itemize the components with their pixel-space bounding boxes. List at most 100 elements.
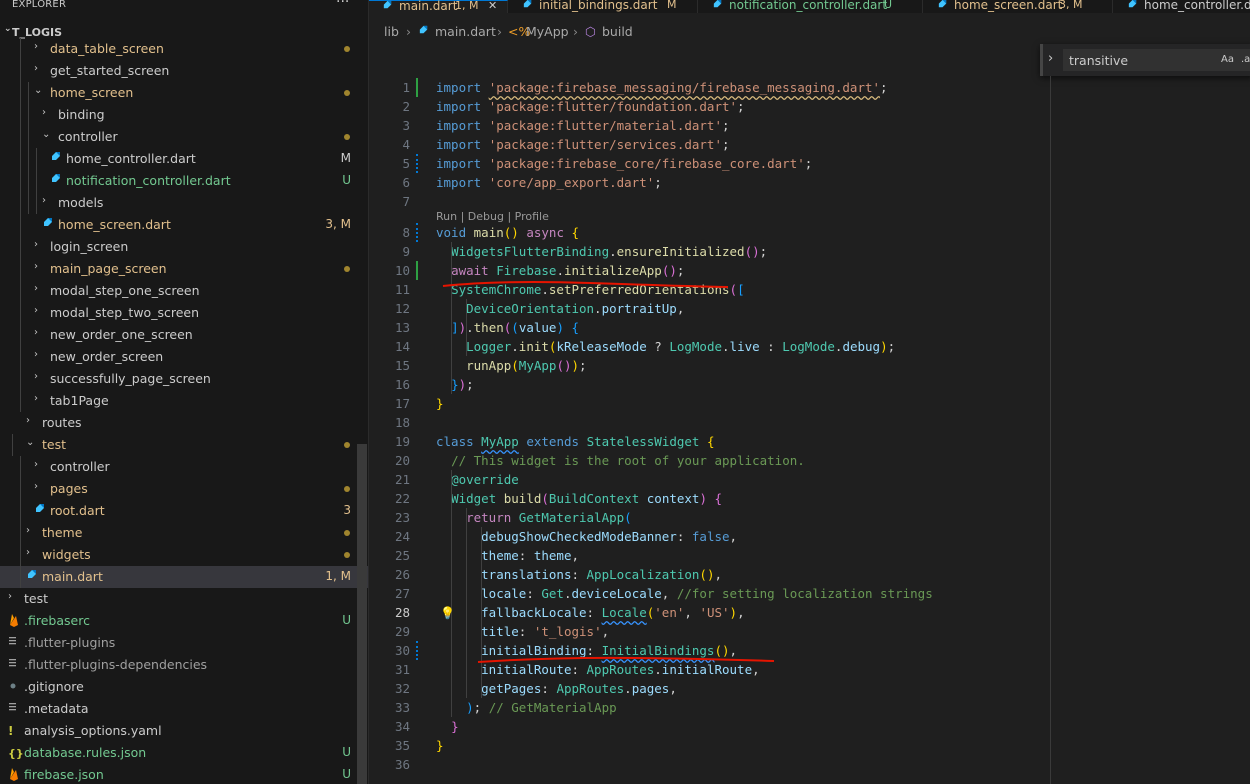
tree-item-label: tab1Page	[50, 393, 109, 408]
code-line[interactable]: 32 getPages: AppRoutes.pages,	[370, 679, 1050, 698]
code-line[interactable]: 13 ]).then((value) {	[370, 318, 1050, 337]
editor-tab-bar: main.dart 1, M ✕ initial_bindings.dart Mnoti…	[369, 0, 1250, 13]
code-line[interactable]: 18	[370, 413, 1050, 432]
sidebar-scrollbar[interactable]	[357, 444, 367, 784]
code-line[interactable]: 20 // This widget is the root of your ap…	[370, 451, 1050, 470]
match-whole-word-button[interactable]: .ab	[1241, 54, 1250, 65]
tree-item-successfully-page-screen[interactable]: › successfully_page_screen	[0, 368, 368, 390]
line-number: 17	[394, 396, 410, 411]
tree-item-test[interactable]: ⌄ test	[0, 434, 368, 456]
tab-home-controller-dart[interactable]: home_controller.dart	[1114, 0, 1250, 13]
tree-item-login-screen[interactable]: › login_screen	[0, 236, 368, 258]
breadcrumb-method[interactable]: build	[602, 24, 633, 39]
code-line[interactable]: 8 void main() async {	[370, 223, 1050, 242]
breadcrumb-class[interactable]: MyApp	[526, 24, 569, 39]
tree-item-widgets[interactable]: › widgets	[0, 544, 368, 566]
indent-guide	[12, 434, 13, 456]
tree-item-models[interactable]: › models	[0, 192, 368, 214]
tree-item-home-screen-dart[interactable]: home_screen.dart 3, M	[0, 214, 368, 236]
modified-dot-icon	[344, 266, 350, 272]
tree-item-firebaserc[interactable]: .firebaserc U	[0, 610, 368, 632]
breadcrumb-lib[interactable]: lib	[384, 24, 399, 39]
code-line[interactable]: 33 ); // GetMaterialApp	[370, 698, 1050, 717]
tree-item-label: successfully_page_screen	[50, 371, 211, 386]
code-line[interactable]: 27 locale: Get.deviceLocale, //for setti…	[370, 584, 1050, 603]
code-line[interactable]: 16 });	[370, 375, 1050, 394]
chevron-right-icon: ›	[34, 41, 38, 52]
tree-item-home-controller-dart[interactable]: home_controller.dart M	[0, 148, 368, 170]
tree-item-routes[interactable]: › routes	[0, 412, 368, 434]
tree-item-new-order-one-screen[interactable]: › new_order_one_screen	[0, 324, 368, 346]
tree-item-flutter-plugins[interactable]: .flutter-plugins	[0, 632, 368, 654]
tree-item-modal-step-one-screen[interactable]: › modal_step_one_screen	[0, 280, 368, 302]
tree-item-theme[interactable]: › theme	[0, 522, 368, 544]
tab-main-dart[interactable]: main.dart 1, M ✕	[369, 0, 508, 13]
code-line[interactable]: 35}	[370, 736, 1050, 755]
tree-item-analysis-options-yaml[interactable]: ! analysis_options.yaml	[0, 720, 368, 742]
line-number: 3	[402, 118, 410, 133]
code-text: }	[436, 396, 444, 411]
modified-dot-icon	[344, 442, 350, 448]
tree-item-test[interactable]: › test	[0, 588, 368, 610]
annotation-underline-2	[477, 656, 775, 663]
code-line[interactable]: 14 Logger.init(kReleaseMode ? LogMode.li…	[370, 337, 1050, 356]
code-line[interactable]: 25 theme: theme,	[370, 546, 1050, 565]
tree-item-tab1page[interactable]: › tab1Page	[0, 390, 368, 412]
code-line[interactable]: 34 }	[370, 717, 1050, 736]
code-line[interactable]: 12 DeviceOrientation.portraitUp,	[370, 299, 1050, 318]
tree-item-controller[interactable]: › controller	[0, 456, 368, 478]
tree-item-pages[interactable]: › pages	[0, 478, 368, 500]
git-status-badge: U	[342, 613, 351, 627]
code-line[interactable]: 24 debugShowCheckedModeBanner: false,	[370, 527, 1050, 546]
code-line[interactable]: 28 fallbackLocale: Locale('en', 'US'),	[370, 603, 1050, 622]
code-line[interactable]: 6 import 'core/app_export.dart';	[370, 173, 1050, 192]
codelens-run-debug-profile[interactable]: Run | Debug | Profile	[436, 210, 549, 223]
code-text: DeviceOrientation.portraitUp,	[466, 301, 685, 316]
tree-item-label: data_table_screen	[50, 41, 164, 56]
code-line[interactable]: 15 runApp(MyApp());	[370, 356, 1050, 375]
code-line[interactable]: 19 class MyApp extends StatelessWidget {	[370, 432, 1050, 451]
tree-item-main-page-screen[interactable]: › main_page_screen	[0, 258, 368, 280]
tab-initial-bindings-dart[interactable]: initial_bindings.dart M	[509, 0, 698, 13]
code-line[interactable]: 17}	[370, 394, 1050, 413]
tree-item-firebase-json[interactable]: firebase.json U	[0, 764, 368, 784]
git-status-badge: U	[342, 745, 351, 759]
editor-scrollbar[interactable]	[1050, 76, 1051, 784]
code-line[interactable]: 7	[370, 192, 1050, 211]
code-line[interactable]: 36	[370, 755, 1050, 774]
tab-home-screen-dart[interactable]: home_screen.dart 3, M	[924, 0, 1113, 13]
tree-item-metadata[interactable]: .metadata	[0, 698, 368, 720]
tree-item-gitignore[interactable]: .gitignore	[0, 676, 368, 698]
code-line[interactable]: 2 import 'package:flutter/foundation.dart…	[370, 97, 1050, 116]
toggle-replace-icon[interactable]: ›	[1048, 51, 1053, 66]
breadcrumb-file[interactable]: main.dart	[435, 24, 496, 39]
code-line[interactable]: 3 import 'package:flutter/material.dart';	[370, 116, 1050, 135]
line-number: 1	[402, 80, 410, 95]
code-line[interactable]: 23 return GetMaterialApp(	[370, 508, 1050, 527]
tree-item-notification-controller-dart[interactable]: notification_controller.dart U	[0, 170, 368, 192]
tree-item-flutter-plugins-dependencies[interactable]: .flutter-plugins-dependencies	[0, 654, 368, 676]
tab-notification-controller-dart[interactable]: notification_controller.dart U	[699, 0, 923, 13]
tree-item-controller[interactable]: ⌄ controller	[0, 126, 368, 148]
more-actions-icon[interactable]: ···	[336, 0, 349, 10]
tree-item-database-rules-json[interactable]: {} database.rules.json U	[0, 742, 368, 764]
tree-item-get-started-screen[interactable]: › get_started_screen	[0, 60, 368, 82]
code-line[interactable]: 1 import 'package:firebase_messaging/fire…	[370, 78, 1050, 97]
code-line[interactable]: 9 WidgetsFlutterBinding.ensureInitialize…	[370, 242, 1050, 261]
tree-item-main-dart[interactable]: main.dart 1, M	[0, 566, 368, 588]
code-line[interactable]: 5 import 'package:firebase_core/firebase_…	[370, 154, 1050, 173]
tree-item-home-screen[interactable]: ⌄ home_screen	[0, 82, 368, 104]
lightbulb-icon[interactable]: 💡	[440, 606, 455, 620]
code-line[interactable]: 29 title: 't_logis',	[370, 622, 1050, 641]
tree-item-new-order-screen[interactable]: › new_order_screen	[0, 346, 368, 368]
code-line[interactable]: 26 translations: AppLocalization(),	[370, 565, 1050, 584]
tree-item-modal-step-two-screen[interactable]: › modal_step_two_screen	[0, 302, 368, 324]
code-line[interactable]: 4 import 'package:flutter/services.dart';	[370, 135, 1050, 154]
code-line[interactable]: 22 Widget build(BuildContext context) {	[370, 489, 1050, 508]
match-case-button[interactable]: Aa	[1221, 54, 1234, 65]
tree-item-root-dart[interactable]: root.dart 3	[0, 500, 368, 522]
close-tab-icon[interactable]: ✕	[488, 0, 497, 12]
code-line[interactable]: 21 @override	[370, 470, 1050, 489]
tree-item-data-table-screen[interactable]: › data_table_screen	[0, 38, 368, 60]
tree-item-binding[interactable]: › binding	[0, 104, 368, 126]
